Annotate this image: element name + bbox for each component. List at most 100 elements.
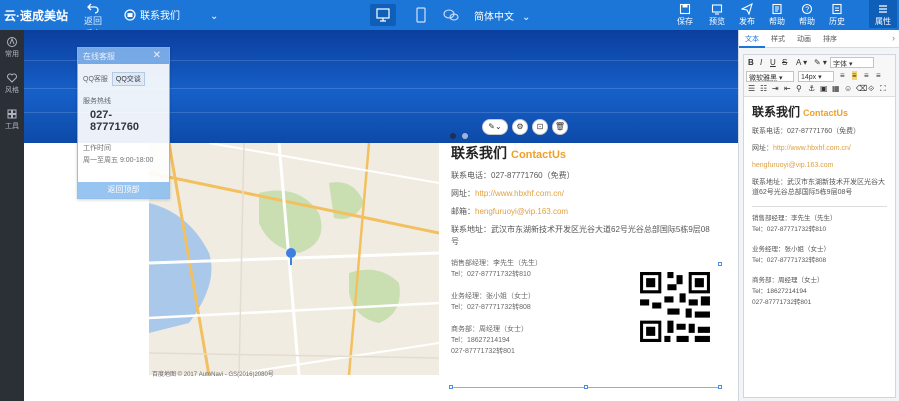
back-to-top-button[interactable]: 返回顶部 bbox=[78, 182, 169, 198]
common-icon bbox=[7, 37, 17, 47]
resize-handle[interactable] bbox=[718, 385, 722, 389]
help2-button[interactable]: ? 帮助 bbox=[793, 2, 821, 27]
font-size-select[interactable]: 14px ▾ bbox=[798, 71, 834, 82]
image-icon[interactable]: ▣ bbox=[820, 84, 828, 93]
resize-handle[interactable] bbox=[718, 262, 722, 266]
mobile-view-button[interactable] bbox=[408, 4, 434, 26]
sidebar-item-style[interactable]: 风格 bbox=[0, 72, 24, 95]
history-icon bbox=[832, 3, 842, 15]
slider-dots[interactable] bbox=[450, 126, 474, 144]
settings-icon[interactable]: ⚙ bbox=[512, 119, 528, 135]
contact-phone: 联系电话：027-87771760（免费） bbox=[451, 171, 575, 180]
sidebar-item-tools[interactable]: 工具 bbox=[0, 108, 24, 131]
close-icon[interactable]: ✕ bbox=[153, 50, 161, 61]
editor-content[interactable]: 联系我们 ContactUs 联系电话：027-87771760（免费） 网址：h… bbox=[744, 97, 895, 308]
properties-button[interactable]: 属性 bbox=[869, 0, 897, 28]
tab-order[interactable]: 排序 bbox=[817, 30, 843, 48]
online-service-popup[interactable]: 在线客服 ✕ QQ客服 QQ交谈 服务热线 027-87771760 工作时间 周一… bbox=[77, 47, 170, 199]
emoji-icon[interactable]: ☺ bbox=[844, 84, 852, 93]
italic-icon[interactable]: I bbox=[760, 58, 762, 67]
properties-icon bbox=[879, 5, 887, 13]
publish-button[interactable]: 发布 bbox=[733, 2, 761, 27]
qq-row: QQ客服 QQ交谈 bbox=[78, 64, 169, 86]
site-link[interactable]: http://www.hbxhf.com.cn/ bbox=[475, 189, 564, 198]
align-right-icon[interactable]: ≡ bbox=[864, 71, 869, 80]
font-label: 微软雅黑 bbox=[749, 75, 777, 82]
editor-email: hengfuruoyi@vip.163.com bbox=[752, 162, 834, 169]
sales-tel: 027-87771732转801 bbox=[451, 348, 515, 355]
format-select[interactable]: 字体 ▾ bbox=[830, 57, 874, 68]
svg-text:?: ? bbox=[805, 7, 809, 14]
editor-sales: 业务经理：张小姐（女士） bbox=[752, 246, 830, 253]
chevron-down-icon: ⌄ bbox=[210, 11, 219, 22]
edit-block-button[interactable]: ✎⌄ bbox=[482, 119, 508, 135]
save-button[interactable]: 保存 bbox=[671, 2, 699, 27]
desktop-view-button[interactable] bbox=[370, 4, 396, 26]
tab-style[interactable]: 样式 bbox=[765, 30, 791, 48]
sales-title: 销售部经理：李先生（先生） bbox=[451, 260, 542, 267]
align-justify-icon[interactable]: ≡ bbox=[876, 71, 881, 80]
panel-tabs: 文本 样式 动画 排序 › bbox=[739, 30, 899, 48]
ordered-list-icon[interactable]: ☷ bbox=[760, 84, 767, 93]
clear-format-icon[interactable]: ⌫ bbox=[856, 84, 867, 93]
list-icon[interactable]: ☰ bbox=[748, 84, 755, 93]
language-select[interactable]: 简体中文 ⌄ bbox=[474, 8, 530, 23]
fullscreen-icon[interactable]: ⛶ bbox=[880, 84, 886, 94]
highlight-icon[interactable]: ✎ ▾ bbox=[814, 58, 827, 67]
lock-icon[interactable]: ⊡ bbox=[532, 119, 548, 135]
properties-panel: 文本 样式 动画 排序 › B I U S A ▾ ✎ ▾ 字体 ▾ 微软雅黑 ▾ 1… bbox=[738, 30, 899, 401]
editor-sales-tel: Tel：18627214194 bbox=[752, 288, 807, 295]
anchor-icon[interactable]: ⚓ bbox=[808, 84, 815, 93]
help-button[interactable]: 帮助 bbox=[763, 2, 791, 27]
email-link[interactable]: hengfuruoyi@vip.163.com bbox=[475, 207, 568, 216]
email-label: 邮箱： bbox=[451, 207, 475, 216]
font-family-select[interactable]: 微软雅黑 ▾ bbox=[746, 71, 794, 82]
collapse-icon[interactable]: › bbox=[892, 33, 895, 43]
link-icon[interactable]: ⚲ bbox=[796, 84, 802, 93]
slider-dot[interactable] bbox=[450, 133, 456, 139]
resize-handle[interactable] bbox=[449, 385, 453, 389]
align-center-icon[interactable]: ≡ bbox=[852, 71, 857, 80]
contact-title-text: 联系我们 bbox=[451, 145, 507, 161]
bold-icon[interactable]: B bbox=[748, 58, 754, 67]
contact-block[interactable]: 联系我们 ContactUs 联系电话：027-87771760（免费） 网址：h… bbox=[451, 143, 738, 393]
contact-title-en: ContactUs bbox=[511, 149, 567, 161]
qq-chat-button[interactable]: QQ交谈 bbox=[111, 72, 145, 86]
sidebar-item-label: 风格 bbox=[5, 87, 19, 94]
page-select[interactable]: 联系我们 ⌄ bbox=[124, 7, 218, 22]
underline-icon[interactable]: U bbox=[770, 58, 776, 67]
wechat-icon bbox=[443, 9, 459, 21]
rich-text-editor[interactable]: B I U S A ▾ ✎ ▾ 字体 ▾ 微软雅黑 ▾ 14px ▾ ≡ ≡ ≡… bbox=[743, 54, 896, 398]
indent-icon[interactable]: ⇥ bbox=[772, 84, 779, 93]
source-icon[interactable]: ⟐ bbox=[868, 84, 874, 94]
sidebar-item-common[interactable]: 常用 bbox=[0, 36, 24, 59]
strikethrough-icon[interactable]: S bbox=[782, 58, 787, 67]
editor-sales-tel: Tel：027-87771732转808 bbox=[752, 257, 827, 264]
font-color-icon[interactable]: A ▾ bbox=[796, 58, 807, 67]
slider-dot[interactable] bbox=[462, 133, 468, 139]
history-button[interactable]: 历史 bbox=[823, 2, 851, 27]
divider bbox=[752, 206, 887, 207]
table-icon[interactable]: ▦ bbox=[832, 84, 840, 93]
language-label: 简体中文 bbox=[474, 12, 514, 23]
align-left-icon[interactable]: ≡ bbox=[840, 71, 845, 80]
tab-text[interactable]: 文本 bbox=[739, 30, 765, 48]
preview-label: 预览 bbox=[709, 17, 725, 26]
site-label: 网址： bbox=[451, 189, 475, 198]
tab-animation[interactable]: 动画 bbox=[791, 30, 817, 48]
wechat-view-button[interactable] bbox=[438, 4, 464, 26]
editor-email-row: hengfuruoyi@vip.163.com bbox=[752, 161, 887, 171]
app-logo: 云·速成美站 bbox=[4, 9, 68, 23]
editor-address: 联系地址：武汉市东湖新技术开发区光谷大道62号光谷总部国际5栋9层08号 bbox=[752, 179, 885, 196]
page-icon bbox=[124, 9, 136, 21]
qq-button-label: QQ交谈 bbox=[115, 76, 141, 83]
map-widget[interactable] bbox=[149, 143, 439, 375]
top-toolbar: 云·速成美站 返回后台 联系我们⌄ 简体中文⌄ 保存 预览 发布 帮助 ? 帮助 bbox=[0, 0, 899, 39]
contact-site-row: 网址：http://www.hbxhf.com.cn/ bbox=[451, 188, 738, 199]
preview-button[interactable]: 预览 bbox=[703, 2, 731, 27]
resize-handle[interactable] bbox=[584, 385, 588, 389]
delete-icon[interactable]: 🗑 bbox=[552, 119, 568, 135]
contact-address: 联系地址：武汉市东湖新技术开发区光谷大道62号光谷总部国际5栋9层08号 bbox=[451, 225, 710, 246]
grid-icon bbox=[7, 109, 17, 119]
outdent-icon[interactable]: ⇤ bbox=[784, 84, 791, 93]
